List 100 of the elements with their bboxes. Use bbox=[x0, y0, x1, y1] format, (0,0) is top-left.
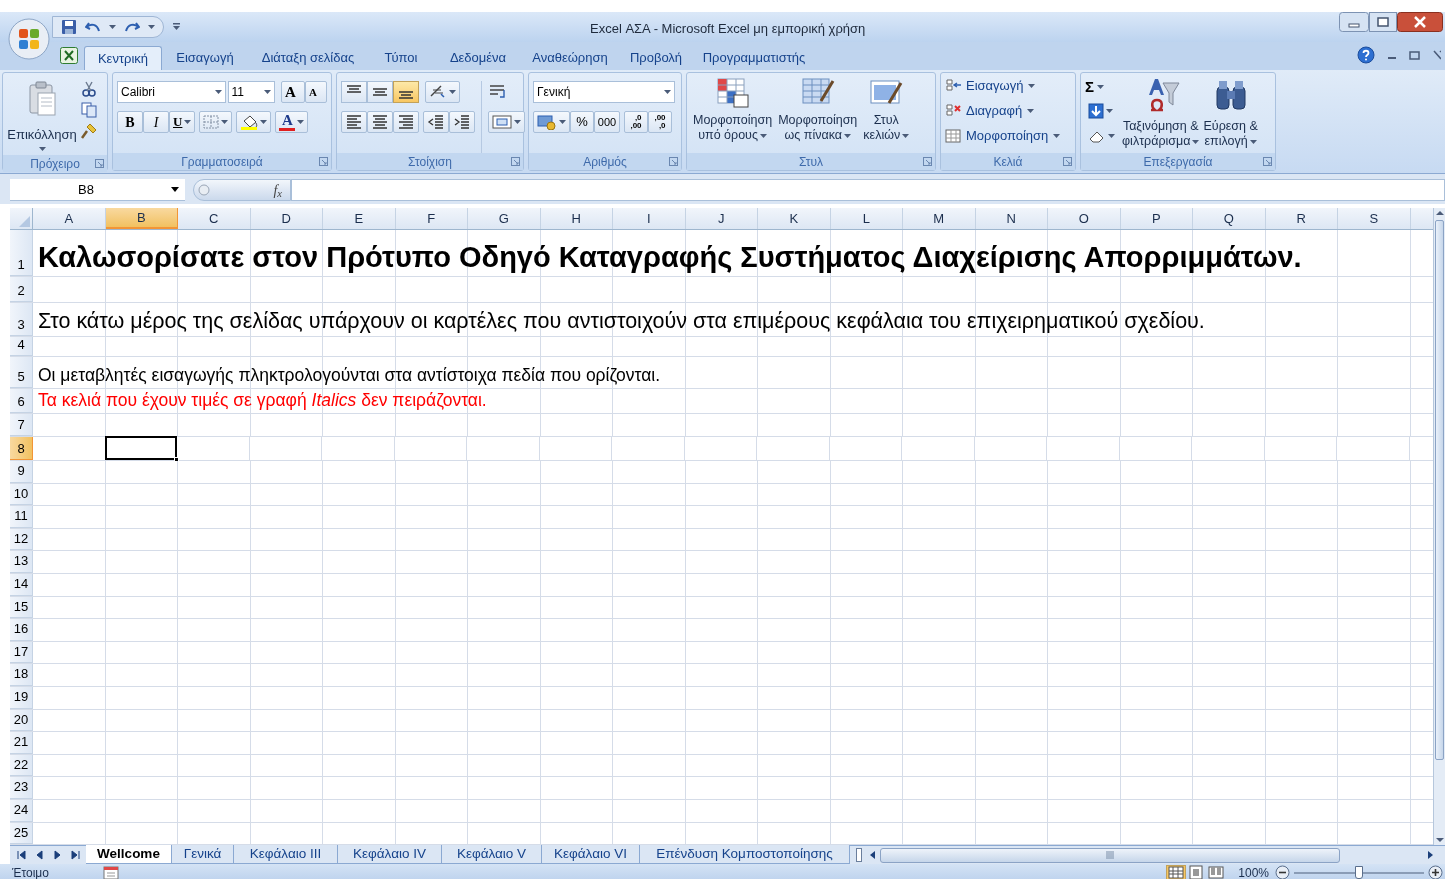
row-header[interactable]: 1 bbox=[10, 230, 33, 276]
cell-styles-button[interactable]: Στυλ κελιών bbox=[861, 77, 912, 153]
zoom-thumb[interactable] bbox=[1355, 866, 1363, 879]
bottom-align-button[interactable] bbox=[393, 81, 419, 103]
font-size-field[interactable]: 11 bbox=[227, 81, 275, 103]
row-header[interactable]: 14 bbox=[10, 573, 33, 596]
zoom-in-icon[interactable] bbox=[1428, 865, 1443, 879]
ribbon-tab[interactable]: Προβολή bbox=[618, 46, 694, 70]
format-painter-icon[interactable] bbox=[81, 123, 97, 139]
ribbon-tab[interactable]: Κεντρική bbox=[84, 46, 162, 70]
format-as-table-button[interactable]: Μορφοποίηση ως πίνακα bbox=[776, 77, 860, 153]
format-cells-button[interactable]: Μορφοποίηση bbox=[945, 125, 1071, 146]
ribbon-tab[interactable]: Αναθεώρηση bbox=[522, 46, 618, 70]
macro-record-icon[interactable] bbox=[102, 865, 119, 879]
row-header[interactable]: 25 bbox=[10, 822, 33, 845]
column-header[interactable]: H bbox=[540, 208, 613, 229]
row-header[interactable]: 6 bbox=[10, 389, 33, 413]
sheet-tab[interactable]: Κεφάλαιο VI bbox=[542, 845, 640, 865]
scroll-up-icon[interactable] bbox=[1434, 208, 1445, 218]
break-view-button[interactable] bbox=[1206, 864, 1227, 879]
column-header[interactable]: N bbox=[975, 208, 1048, 229]
sheet-first-icon[interactable] bbox=[15, 850, 27, 861]
function-label[interactable]: f$_{x}$ bbox=[273, 179, 282, 201]
ribbon-tab[interactable]: Τύποι bbox=[368, 46, 434, 70]
row-header[interactable]: 11 bbox=[10, 506, 33, 528]
column-header[interactable]: M bbox=[903, 208, 976, 229]
restore-icon[interactable] bbox=[1409, 50, 1421, 60]
shrink-font-button[interactable]: A bbox=[305, 81, 327, 103]
conditional-formatting-button[interactable]: Μορφοποίηση υπό όρους bbox=[691, 77, 775, 153]
column-header[interactable]: O bbox=[1048, 208, 1121, 229]
ribbon-tab[interactable]: Δεδομένα bbox=[434, 46, 522, 70]
row-header[interactable]: 23 bbox=[10, 777, 33, 799]
orientation-button[interactable] bbox=[425, 81, 460, 103]
column-header[interactable]: Q bbox=[1193, 208, 1266, 229]
row-header[interactable]: 22 bbox=[10, 754, 33, 777]
sheet-tab[interactable]: Επένδυση Κομποστοποίησης bbox=[640, 845, 850, 865]
middle-align-button[interactable] bbox=[367, 81, 393, 103]
row-header[interactable]: 24 bbox=[10, 799, 33, 822]
sheet-next-icon[interactable] bbox=[51, 850, 63, 861]
sheet-tab[interactable]: Γενικά bbox=[172, 845, 234, 865]
align-right-button[interactable] bbox=[393, 111, 419, 133]
sheet-tab[interactable]: Κεφάλαιο ΙΙΙ bbox=[234, 845, 338, 865]
font-name-field[interactable]: Calibri bbox=[117, 81, 226, 103]
top-align-button[interactable] bbox=[341, 81, 367, 103]
undo-icon[interactable] bbox=[85, 20, 101, 34]
number-format-field[interactable]: Γενική bbox=[533, 81, 675, 103]
selected-cell[interactable] bbox=[104, 436, 177, 460]
find-select-button[interactable]: Εύρεση & επιλογή bbox=[1203, 77, 1258, 153]
column-header[interactable]: B bbox=[105, 208, 178, 229]
row-header[interactable]: 15 bbox=[10, 596, 33, 619]
column-header[interactable]: A bbox=[33, 208, 106, 229]
row-header[interactable]: 10 bbox=[10, 483, 33, 506]
column-header[interactable]: P bbox=[1120, 208, 1193, 229]
paste-button[interactable]: Επικόλληση bbox=[7, 77, 77, 155]
align-center-button[interactable] bbox=[367, 111, 393, 133]
column-header[interactable]: C bbox=[178, 208, 251, 229]
row-header[interactable]: 3 bbox=[10, 303, 33, 336]
redo-icon[interactable] bbox=[124, 20, 140, 34]
copy-icon[interactable] bbox=[81, 102, 97, 118]
decrease-decimal-button[interactable]: ,00 ,0 bbox=[648, 111, 672, 133]
column-header[interactable]: K bbox=[758, 208, 831, 229]
ribbon-tab[interactable]: Διάταξη σελίδας bbox=[248, 46, 368, 70]
row-header[interactable]: 21 bbox=[10, 732, 33, 754]
grow-font-button[interactable]: A bbox=[281, 81, 305, 103]
zoom-out-icon[interactable] bbox=[1275, 865, 1290, 879]
column-header[interactable]: E bbox=[323, 208, 396, 229]
scroll-left-icon[interactable] bbox=[868, 850, 876, 861]
sheet-tab[interactable]: Κεφάλαιο ΙV bbox=[338, 845, 442, 865]
save-icon[interactable] bbox=[61, 19, 77, 35]
row-header[interactable]: 17 bbox=[10, 641, 33, 664]
column-header[interactable]: J bbox=[685, 208, 758, 229]
bold-button[interactable]: B bbox=[117, 111, 143, 133]
scissors-icon[interactable] bbox=[81, 81, 97, 97]
fill-color-button[interactable] bbox=[236, 111, 272, 133]
increase-indent-button[interactable] bbox=[449, 111, 475, 133]
workbook-icon[interactable] bbox=[60, 47, 78, 64]
split-handle-icon[interactable] bbox=[856, 848, 862, 863]
scroll-thumb[interactable] bbox=[1435, 220, 1444, 760]
row-header[interactable]: 12 bbox=[10, 528, 33, 551]
column-header[interactable]: I bbox=[613, 208, 686, 229]
thousands-button[interactable]: 000 bbox=[594, 111, 620, 133]
row-header[interactable]: 2 bbox=[10, 277, 33, 302]
font-color-button[interactable]: A bbox=[275, 111, 309, 133]
sort-filter-button[interactable]: Ταξινόμηση & φιλτράρισμα bbox=[1122, 77, 1200, 153]
row-header[interactable]: 8 bbox=[10, 437, 33, 460]
formula-field[interactable] bbox=[291, 179, 1445, 201]
column-header[interactable]: S bbox=[1338, 208, 1411, 229]
help-icon[interactable] bbox=[1357, 46, 1375, 64]
ribbon-tab[interactable]: Προγραμματιστής bbox=[694, 46, 814, 70]
row-header[interactable]: 19 bbox=[10, 686, 33, 709]
row-header[interactable]: 20 bbox=[10, 709, 33, 732]
name-box[interactable]: B8 bbox=[10, 179, 185, 201]
underline-button[interactable]: U bbox=[169, 111, 196, 133]
column-header[interactable]: L bbox=[830, 208, 903, 229]
normal-view-button[interactable] bbox=[1166, 864, 1187, 879]
row-header[interactable]: 9 bbox=[10, 461, 33, 483]
merge-button[interactable] bbox=[488, 111, 525, 133]
ribbon-tab[interactable]: Εισαγωγή bbox=[162, 46, 248, 70]
autosum-button[interactable]: Σ bbox=[1085, 77, 1118, 97]
delete-cells-button[interactable]: Διαγραφή bbox=[945, 100, 1071, 121]
